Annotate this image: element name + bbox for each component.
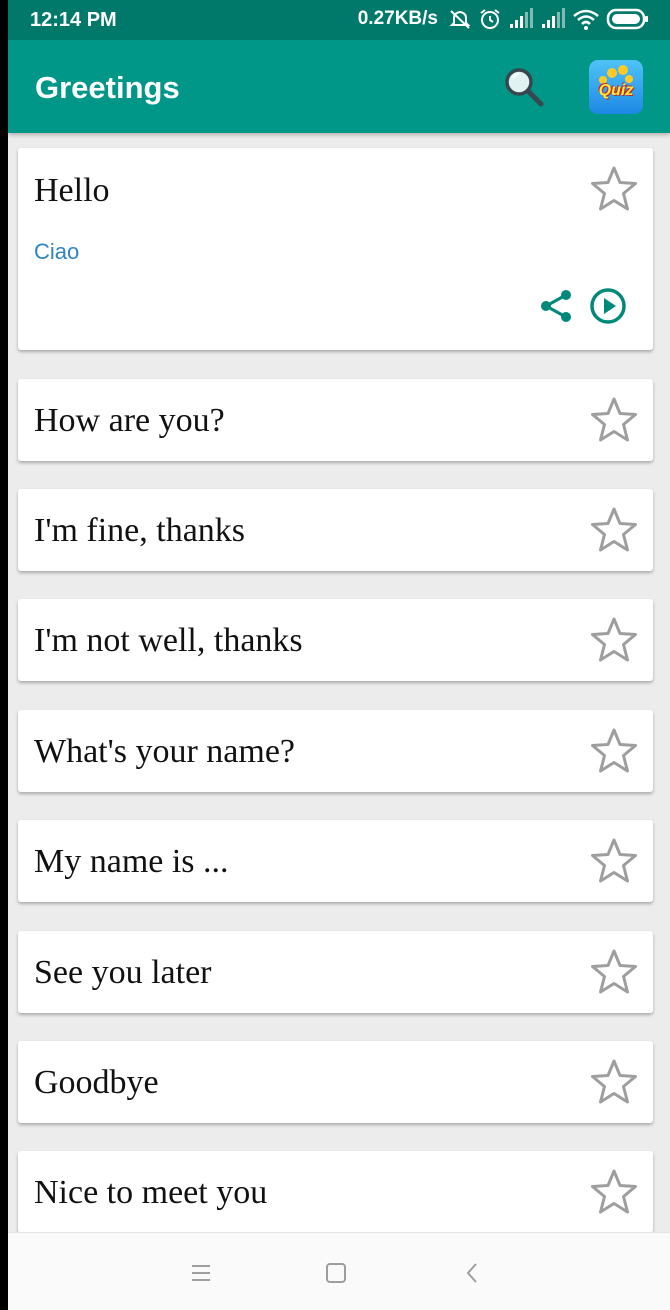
network-speed: 0.27KB/s [357,8,438,29]
play-icon[interactable] [589,287,627,325]
star-icon[interactable] [589,726,639,776]
app-bar: Greetings Quiz [8,40,670,133]
status-icons: 0.27KB/s [358,7,650,31]
phrase-card[interactable]: See you later [18,931,653,1013]
phrase-card[interactable]: How are you? [18,379,653,461]
alarm-icon [480,9,500,29]
signal-icon-2 [542,8,565,28]
phrase-text: I'm fine, thanks [34,512,246,549]
phrase-card-expanded[interactable]: Hello Ciao [18,148,653,350]
star-icon[interactable] [589,505,639,555]
menu-icon[interactable] [188,1260,214,1286]
phrase-card[interactable]: My name is ... [18,820,653,902]
phrase-text: Hello [34,172,110,209]
navigation-bar [8,1232,670,1310]
battery-icon [606,8,648,30]
star-icon[interactable] [589,947,639,997]
star-icon[interactable] [589,615,639,665]
phrase-card[interactable]: Goodbye [18,1041,653,1123]
phrase-card[interactable]: I'm fine, thanks [18,489,653,571]
phrase-card[interactable]: Nice to meet you [18,1151,653,1233]
star-icon[interactable] [589,164,639,214]
phrase-text: See you later [34,954,212,991]
star-icon[interactable] [589,1167,639,1217]
phrase-text: I'm not well, thanks [34,622,303,659]
wifi-icon [573,9,599,30]
phrase-text: My name is ... [34,843,229,880]
quiz-label: Quiz [598,82,634,99]
share-icon[interactable] [538,288,574,324]
back-icon[interactable] [460,1260,486,1286]
mute-icon [449,10,471,29]
phrase-text: Goodbye [34,1064,159,1101]
page-title: Greetings [35,70,180,105]
home-icon[interactable] [323,1260,349,1286]
star-icon[interactable] [589,395,639,445]
phone-screen: 12:14 PM 0.27KB/s Greetings Quiz Hello C… [8,0,670,1310]
phrase-text: What's your name? [34,733,296,770]
phrase-text: How are you? [34,402,225,439]
phrase-card[interactable]: I'm not well, thanks [18,599,653,681]
star-icon[interactable] [589,836,639,886]
search-icon[interactable] [501,64,547,110]
translation-text: Ciao [34,239,80,264]
status-bar: 12:14 PM 0.27KB/s [8,0,670,40]
status-time: 12:14 PM [30,9,117,31]
phrase-card[interactable]: What's your name? [18,710,653,792]
star-icon[interactable] [589,1057,639,1107]
signal-icon [510,8,533,28]
phrase-text: Nice to meet you [34,1174,268,1211]
quiz-button[interactable]: Quiz [589,60,643,114]
